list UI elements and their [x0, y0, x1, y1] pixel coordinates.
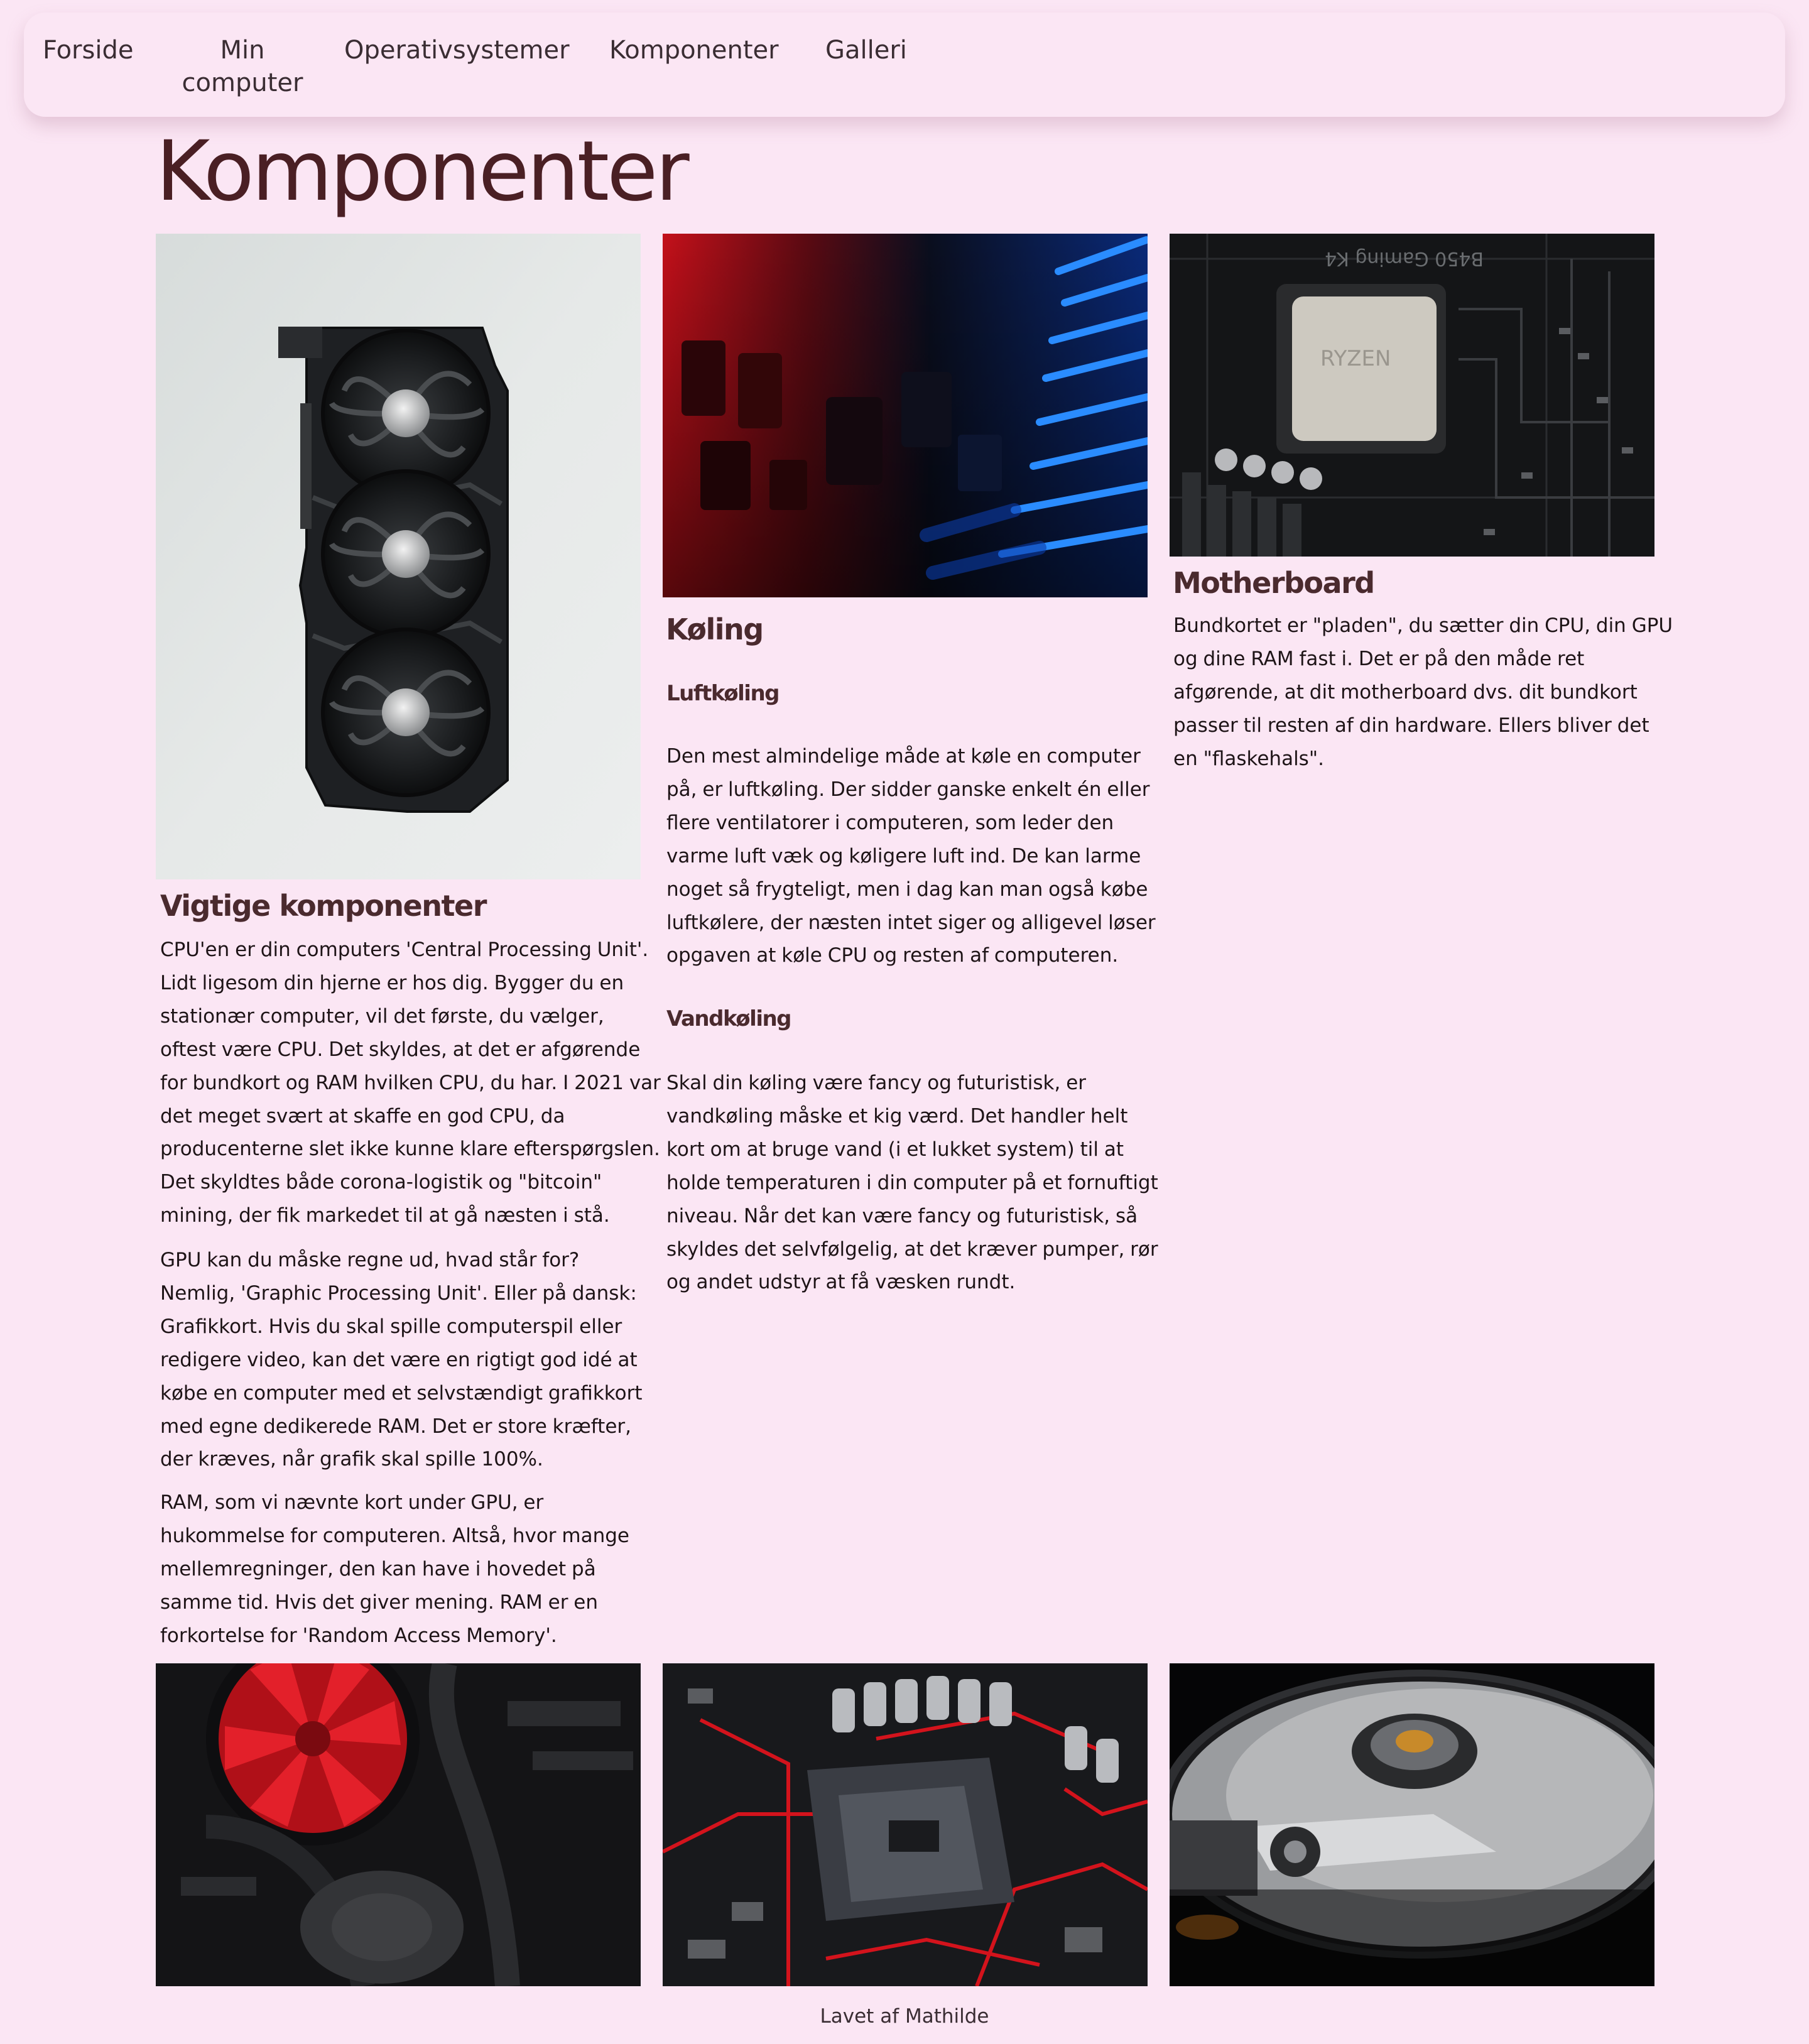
- text-line: noget så frygteligt, men i dag kan man o…: [666, 878, 1148, 901]
- footer-credit: Lavet af Mathilde: [820, 2005, 989, 2028]
- text-line: Lidt ligesom din hjerne er hos dig. Bygg…: [160, 971, 624, 994]
- gpu-image: [156, 234, 641, 879]
- text-line: Nemlig, 'Graphic Processing Unit'. Eller…: [160, 1281, 637, 1305]
- text-line: Bundkortet er "pladen", du sætter din CP…: [1173, 614, 1673, 637]
- text-line: luftkølere, der næsten intet siger og al…: [666, 911, 1156, 934]
- fan-image: [156, 1663, 641, 1986]
- nav-item-label-line: computer: [182, 68, 303, 97]
- nav-item-min-computer[interactable]: Min computer: [173, 34, 312, 99]
- text-line: afgørende, at dit motherboard dvs. dit b…: [1173, 680, 1638, 704]
- main-nav: Forside Min computer Operativsystemer Ko…: [24, 13, 1785, 117]
- text-line: varme luft væk og køligere luft ind. De …: [666, 844, 1141, 867]
- page-title: Komponenter: [156, 123, 690, 220]
- text-line: Skal din køling være fancy og futuristis…: [666, 1072, 1087, 1094]
- nav-item-forside[interactable]: Forside: [43, 34, 133, 67]
- text-line: en "flaskehals".: [1173, 747, 1324, 770]
- nav-item-galleri[interactable]: Galleri: [825, 34, 907, 67]
- vigtige-paragraph-ram: RAM, som vi nævnte kort under GPU, er hu…: [160, 1486, 629, 1653]
- text-line: skyldes det selvfølgelig, at det kræver …: [666, 1237, 1158, 1261]
- text-line: RAM, som vi nævnte kort under GPU, er: [160, 1491, 544, 1514]
- motherboard-paragraph: Bundkortet er "pladen", du sætter din CP…: [1173, 609, 1673, 776]
- vigtige-paragraph-cpu: CPU'en er din computers 'Central Process…: [160, 933, 661, 1232]
- text-line: flere ventilatorer i computeren, som led…: [666, 811, 1114, 834]
- text-line: købe en computer med et selvstændigt gra…: [160, 1381, 643, 1405]
- nav-item-operativsystemer[interactable]: Operativsystemer: [344, 34, 570, 67]
- nav-item-label-line: Min: [220, 36, 265, 65]
- vandkoling-paragraph: Skal din køling være fancy og futuristis…: [666, 1067, 1158, 1299]
- text-line: mining, der fik markedet til at gå næste…: [160, 1204, 610, 1227]
- text-line: Den mest almindelige måde at køle en com…: [666, 745, 1141, 768]
- text-line: producenterne slet ikke kunne klare efte…: [160, 1138, 660, 1161]
- text-line: opgaven at køle CPU og resten af compute…: [666, 944, 1119, 967]
- socket-image: [663, 1663, 1148, 1986]
- nav-item-komponenter[interactable]: Komponenter: [609, 34, 779, 67]
- koling-heading: Køling: [666, 612, 764, 646]
- text-line: GPU kan du måske regne ud, hvad står for…: [160, 1249, 580, 1271]
- text-line: for bundkort og RAM hvilken CPU, du har.…: [160, 1071, 661, 1094]
- motherboard-image: B450 Gaming K4 RYZEN: [1170, 234, 1654, 557]
- text-line: samme tid. Hvis det giver mening. RAM er…: [160, 1590, 599, 1614]
- text-line: CPU'en er din computers 'Central Process…: [160, 938, 649, 961]
- text-line: niveau. Når det kan være fancy og futuri…: [666, 1204, 1138, 1227]
- luftkoling-heading: Luftkøling: [666, 681, 780, 706]
- text-line: kort om at bruge vand (i et lukket syste…: [666, 1138, 1124, 1161]
- text-line: passer til resten af din hardware. Eller…: [1173, 714, 1649, 737]
- text-line: og andet udstyr at få væsken rundt.: [666, 1271, 1016, 1294]
- harddisk-image: [1170, 1663, 1654, 1986]
- vigtige-heading: Vigtige komponenter: [160, 889, 487, 923]
- text-line: det meget svært at skaffe en god CPU, da: [160, 1104, 565, 1128]
- text-line: vandkøling måske et kig værd. Det handle…: [666, 1104, 1128, 1128]
- text-line: med egne dedikerede RAM. Det er store kr…: [160, 1415, 631, 1438]
- board-label: B450 Gaming K4: [1325, 247, 1484, 269]
- cpu-label: RYZEN: [1320, 346, 1391, 371]
- text-line: hukommelse for computeren. Altså, hvor m…: [160, 1524, 629, 1547]
- text-line: mellemregninger, den kan have i hovedet …: [160, 1557, 596, 1580]
- text-line: oftest være CPU. Det skyldes, at det er …: [160, 1038, 641, 1061]
- vandkoling-heading: Vandkøling: [666, 1006, 792, 1031]
- vigtige-paragraph-gpu: GPU kan du måske regne ud, hvad står for…: [160, 1244, 643, 1476]
- cooling-image: [663, 234, 1148, 597]
- text-line: forkortelse for 'Random Access Memory'.: [160, 1624, 557, 1647]
- motherboard-heading: Motherboard: [1173, 566, 1375, 600]
- text-line: på, er luftkøling. Der sidder ganske enk…: [666, 778, 1150, 801]
- text-line: og dine RAM fast i. Det er på den måde r…: [1173, 647, 1585, 670]
- text-line: Det skyldtes både corona-logistik og "bi…: [160, 1171, 602, 1194]
- text-line: stationær computer, vil det første, du v…: [160, 1004, 604, 1028]
- text-line: holde temperaturen i din computer på et …: [666, 1171, 1158, 1194]
- luftkoling-paragraph: Den mest almindelige måde at køle en com…: [666, 740, 1156, 972]
- text-line: redigere video, kan det være en rigtigt …: [160, 1348, 638, 1371]
- text-line: Grafikkort. Hvis du skal spille computer…: [160, 1315, 622, 1338]
- text-line: der kræves, når grafik skal spille 100%.: [160, 1448, 543, 1471]
